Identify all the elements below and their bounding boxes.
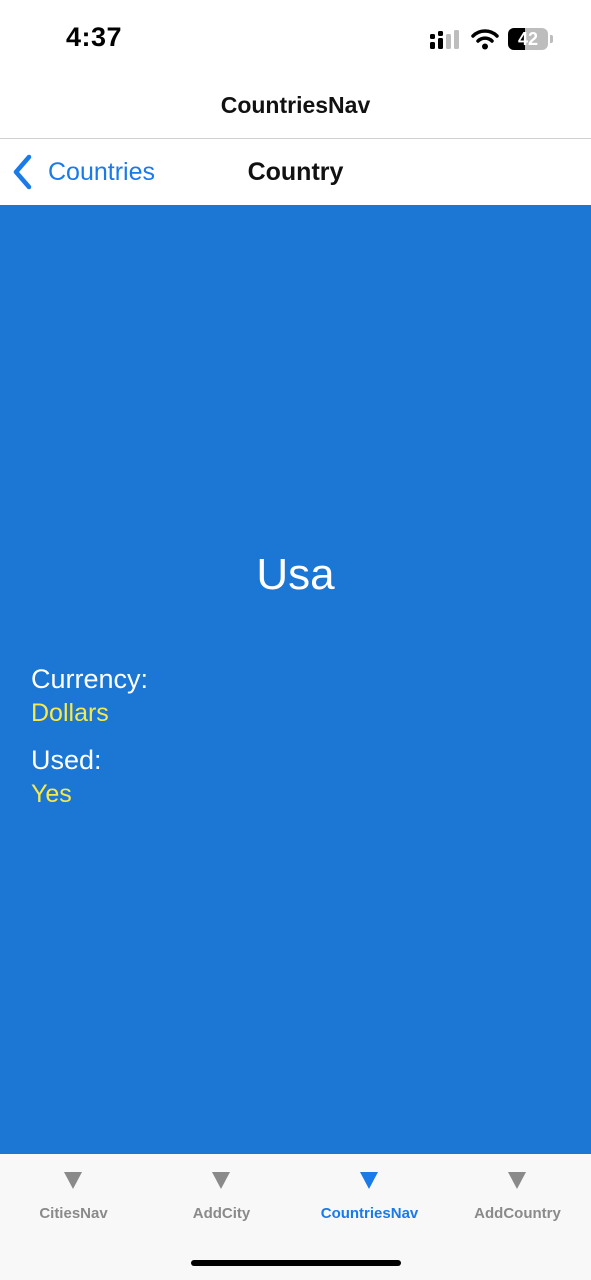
tab-addcity[interactable]: AddCity bbox=[148, 1154, 295, 1234]
country-detail-panel: Usa Currency: Dollars Used: Yes bbox=[0, 205, 591, 1154]
cellular-signal-icon bbox=[430, 30, 459, 49]
inner-navigation-bar: Country Countries bbox=[0, 139, 591, 205]
battery-icon: 42 bbox=[508, 28, 548, 50]
back-button-label: Countries bbox=[48, 157, 155, 186]
status-bar: 4:37 42 bbox=[0, 0, 591, 80]
tab-label: CountriesNav bbox=[320, 1205, 419, 1222]
triangle-down-icon bbox=[360, 1172, 378, 1189]
triangle-down-icon bbox=[212, 1172, 230, 1189]
currency-label: Currency: bbox=[31, 664, 149, 694]
currency-value: Dollars bbox=[31, 699, 109, 727]
used-label: Used: bbox=[31, 745, 102, 775]
battery-level-text: 42 bbox=[517, 29, 539, 49]
back-button[interactable]: Countries bbox=[10, 153, 155, 191]
tab-citiesnav[interactable]: CitiesNav bbox=[0, 1154, 147, 1234]
triangle-down-icon bbox=[64, 1172, 82, 1189]
triangle-down-icon bbox=[508, 1172, 526, 1189]
tab-label: AddCity bbox=[192, 1205, 251, 1222]
outer-nav-title: CountriesNav bbox=[220, 92, 371, 118]
battery-cap bbox=[550, 35, 553, 43]
tab-label: CitiesNav bbox=[39, 1205, 108, 1222]
status-time: 4:37 bbox=[66, 22, 123, 52]
country-name: Usa bbox=[256, 550, 335, 599]
wifi-icon bbox=[471, 29, 499, 50]
status-icons: 42 bbox=[430, 26, 553, 52]
tab-countriesnav[interactable]: CountriesNav bbox=[296, 1154, 443, 1234]
outer-navigation-bar: CountriesNav bbox=[0, 80, 591, 139]
home-indicator[interactable] bbox=[191, 1260, 401, 1266]
tab-label: AddCountry bbox=[474, 1205, 561, 1222]
used-value: Yes bbox=[31, 780, 72, 808]
tab-addcountry[interactable]: AddCountry bbox=[444, 1154, 591, 1234]
chevron-left-icon bbox=[13, 154, 32, 190]
